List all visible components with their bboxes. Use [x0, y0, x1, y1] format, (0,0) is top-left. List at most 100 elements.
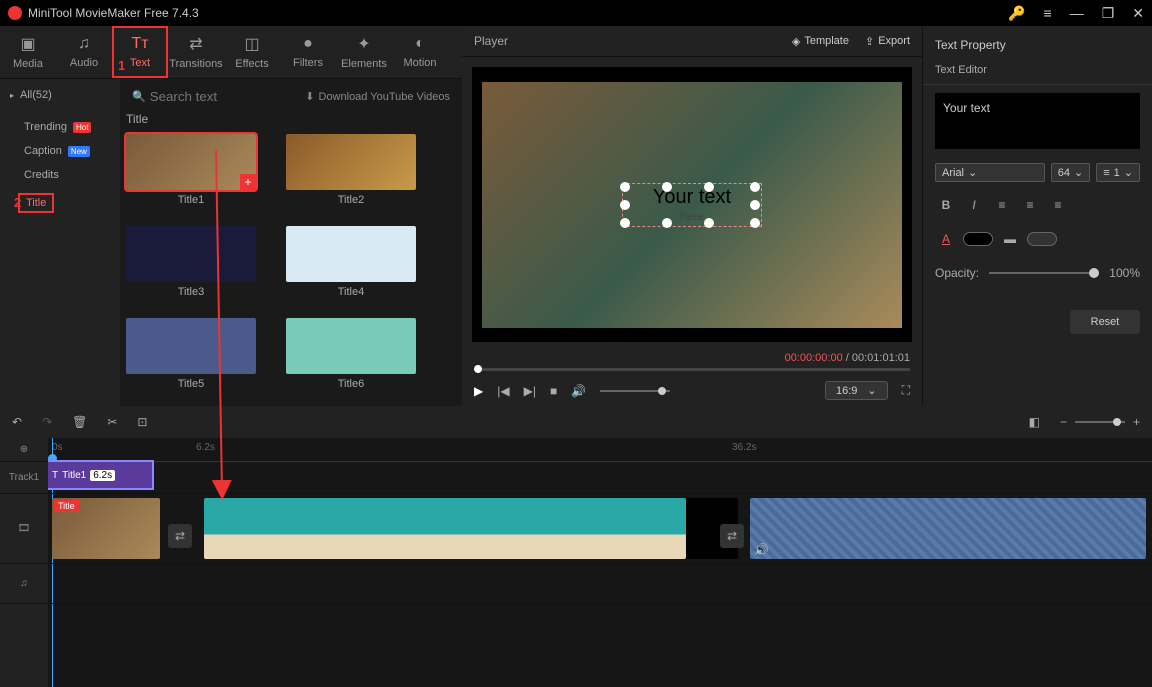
font-size-select[interactable]: 64⌄ [1051, 163, 1090, 182]
add-track-button[interactable]: ⊕ [0, 438, 48, 462]
title-preset-6[interactable]: Title6 [286, 318, 416, 390]
minimize-icon[interactable]: — [1070, 5, 1084, 21]
search-input-wrapper[interactable]: 🔍 [132, 89, 297, 104]
video-clip-3[interactable]: 🔊 [750, 498, 1146, 559]
motion-icon: ◐ [415, 35, 425, 53]
sidebar-item-trending[interactable]: TrendingHot [0, 115, 120, 139]
split-button[interactable]: ✂ [107, 415, 117, 429]
title-preset-1[interactable]: +Title1 [126, 134, 256, 206]
font-select[interactable]: Arial⌄ [935, 163, 1045, 182]
elements-icon: ✦ [357, 34, 370, 54]
timeline-ruler[interactable]: 0s 6.2s 36.2s [48, 438, 1152, 462]
opacity-value: 100% [1109, 266, 1140, 280]
video-track-head[interactable]: 🎞 [0, 494, 48, 564]
app-logo-icon [8, 6, 22, 20]
video-clip-1[interactable]: Title [52, 498, 160, 559]
annotation-2: 2 [14, 195, 21, 210]
text-icon: Tᴛ [131, 35, 148, 53]
undo-button[interactable]: ↶ [12, 415, 22, 429]
section-header: Title [126, 108, 456, 134]
next-frame-button[interactable]: ▶| [524, 384, 536, 398]
chevron-down-icon: ⌄ [1074, 166, 1083, 179]
download-icon: ⬇ [305, 90, 314, 103]
maximize-icon[interactable]: ❐ [1102, 5, 1115, 22]
crop-button[interactable]: ⊡ [137, 415, 147, 429]
redo-button[interactable]: ↷ [42, 415, 52, 429]
category-sidebar: ▸All(52) TrendingHot CaptionNew Credits … [0, 79, 120, 406]
prop-title: Text Property [923, 34, 1152, 56]
bold-button[interactable]: B [935, 194, 957, 216]
zoom-in-button[interactable]: + [1133, 415, 1140, 429]
search-input[interactable] [150, 89, 250, 104]
tab-effects[interactable]: ◫Effects [224, 26, 280, 78]
title-preset-5[interactable]: Title5 [126, 318, 256, 390]
align-center-button[interactable]: ≡ [1019, 194, 1041, 216]
delete-button[interactable]: 🗑 [72, 415, 87, 429]
text-color-button[interactable]: A [935, 228, 957, 250]
sidebar-item-credits[interactable]: Credits [0, 163, 120, 187]
text-color-swatch[interactable] [963, 232, 993, 246]
timeline-panel: ↶ ↷ 🗑 ✂ ⊡ ◧ − + ⊕ Track1 🎞 ♫ 0s 6.2s 36.… [0, 406, 1152, 687]
volume-icon[interactable]: 🔊 [571, 384, 586, 398]
title-preset-4[interactable]: Title4 [286, 226, 416, 298]
aspect-ratio-select[interactable]: 16:9⌄ [825, 381, 888, 400]
sidebar-item-caption[interactable]: CaptionNew [0, 139, 120, 163]
line-spacing-icon: ≡ [1103, 167, 1109, 179]
stop-button[interactable]: ■ [550, 384, 557, 398]
title-clip[interactable]: T Title1 6.2s [48, 462, 152, 488]
music-icon: ♫ [20, 578, 28, 589]
preview-canvas[interactable]: Your text here [482, 82, 902, 328]
title-track[interactable]: T Title1 6.2s [48, 462, 1152, 494]
seek-bar[interactable] [462, 364, 922, 375]
zoom-out-button[interactable]: − [1060, 415, 1067, 429]
export-button[interactable]: ⇪Export [865, 35, 910, 48]
filters-icon: ● [303, 35, 313, 53]
track1-head[interactable]: Track1 [0, 462, 48, 494]
transition-slot-2[interactable]: ⇄ [720, 524, 744, 548]
transition-slot-1[interactable]: ⇄ [168, 524, 192, 548]
menu-icon[interactable]: ≡ [1044, 5, 1052, 21]
tab-audio[interactable]: ♫Audio [56, 26, 112, 78]
play-button[interactable]: ▶ [474, 384, 483, 398]
tab-media[interactable]: ▣Media [0, 26, 56, 78]
tab-elements[interactable]: ✦Elements [336, 26, 392, 78]
template-button[interactable]: ◈Template [792, 35, 849, 48]
timeline-tracks[interactable]: 0s 6.2s 36.2s T Title1 6.2s Title ⇄ ⇄ 🔊 [48, 438, 1152, 687]
sidebar-item-all[interactable]: ▸All(52) [0, 83, 120, 107]
tab-filters[interactable]: ●Filters [280, 26, 336, 78]
video-clip-2[interactable] [204, 498, 686, 559]
video-track[interactable]: Title ⇄ ⇄ 🔊 [48, 494, 1152, 564]
prev-frame-button[interactable]: |◀ [497, 384, 509, 398]
highlight-color-swatch[interactable] [1027, 232, 1057, 246]
speaker-icon: 🔊 [754, 543, 769, 557]
download-youtube-link[interactable]: ⬇Download YouTube Videos [305, 90, 450, 103]
tab-motion[interactable]: ◐Motion [392, 26, 448, 78]
text-editor[interactable]: Your text [935, 93, 1140, 149]
title-preset-2[interactable]: Title2 [286, 134, 416, 206]
add-icon[interactable]: + [240, 174, 256, 190]
app-title: MiniTool MovieMaker Free 7.4.3 [28, 6, 1008, 20]
reset-button[interactable]: Reset [1070, 310, 1140, 334]
license-key-icon[interactable]: 🔑 [1008, 5, 1025, 22]
title-preset-3[interactable]: Title3 [126, 226, 256, 298]
properties-panel: Text Property Text Editor Your text Aria… [922, 26, 1152, 406]
close-icon[interactable]: ✕ [1132, 5, 1144, 22]
chevron-down-icon: ⌄ [1124, 166, 1133, 179]
tab-transitions[interactable]: ⇄Transitions [168, 26, 224, 78]
align-right-button[interactable]: ≡ [1047, 194, 1069, 216]
auto-reframe-icon[interactable]: ◧ [1029, 415, 1040, 429]
highlight-color-button[interactable]: ▬ [999, 228, 1021, 250]
audio-track-head[interactable]: ♫ [0, 564, 48, 604]
fullscreen-button[interactable]: ⛶ [902, 383, 910, 398]
line-spacing-select[interactable]: ≡1⌄ [1096, 163, 1140, 182]
italic-button[interactable]: I [963, 194, 985, 216]
zoom-slider[interactable] [1075, 421, 1125, 423]
total-time: 00:01:01:01 [852, 352, 910, 364]
audio-track[interactable] [48, 564, 1152, 604]
align-left-button[interactable]: ≡ [991, 194, 1013, 216]
titlebar: MiniTool MovieMaker Free 7.4.3 🔑 ≡ — ❐ ✕ [0, 0, 1152, 26]
volume-slider[interactable] [600, 390, 670, 392]
folder-icon: ▣ [20, 34, 35, 54]
opacity-slider[interactable] [989, 272, 1099, 274]
film-icon: 🎞 [18, 523, 31, 534]
